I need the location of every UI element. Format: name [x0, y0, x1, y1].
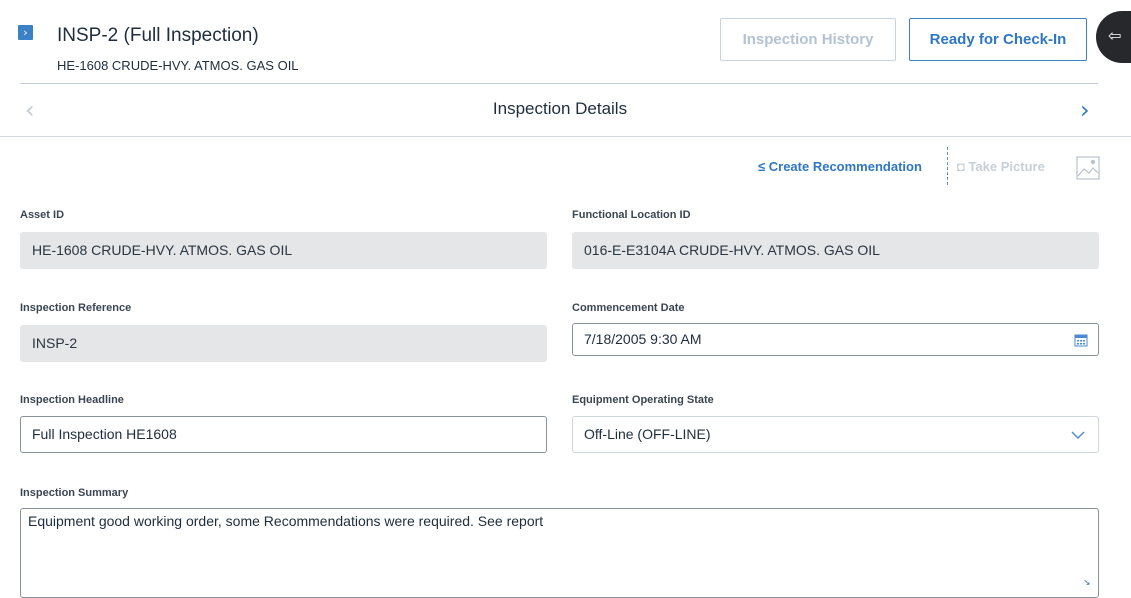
inspection-summary-label: Inspection Summary: [20, 487, 129, 499]
chevron-down-icon: [1071, 431, 1085, 439]
commencement-date-field[interactable]: 7/18/2005 9:30 AM: [572, 323, 1099, 356]
exit-icon: ⇦: [1108, 26, 1122, 45]
recommendation-icon: ≤: [758, 159, 769, 174]
panel-toggle-icon[interactable]: ›: [18, 25, 33, 40]
chevron-right-icon[interactable]: ›: [1080, 96, 1090, 124]
asset-id-label: Asset ID: [20, 209, 65, 221]
page-subtitle: HE-1608 CRUDE-HVY. ATMOS. GAS OIL: [57, 58, 299, 73]
side-panel-tab[interactable]: ⇦: [1096, 11, 1131, 63]
commencement-date-value: 7/18/2005 9:30 AM: [584, 331, 702, 347]
create-recommendation-button[interactable]: ≤ Create Recommendation: [758, 159, 922, 174]
ready-for-check-in-button[interactable]: Ready for Check-In: [909, 18, 1087, 61]
calendar-icon[interactable]: [1074, 333, 1088, 347]
equipment-operating-state-select[interactable]: Off-Line (OFF-LINE): [572, 416, 1099, 453]
page-title: INSP-2 (Full Inspection): [57, 25, 259, 46]
inspection-headline-label: Inspection Headline: [20, 394, 124, 406]
image-icon[interactable]: [1076, 156, 1100, 180]
section-divider: [0, 136, 1131, 137]
inspection-reference-field: INSP-2: [20, 325, 547, 362]
equipment-operating-state-label: Equipment Operating State: [572, 394, 714, 406]
equipment-operating-state-value: Off-Line (OFF-LINE): [584, 426, 711, 442]
inspection-headline-input[interactable]: Full Inspection HE1608: [20, 416, 547, 453]
create-recommendation-label: Create Recommendation: [768, 159, 922, 174]
take-picture-label: Take Picture: [968, 159, 1045, 174]
asset-id-field: HE-1608 CRUDE-HVY. ATMOS. GAS OIL: [20, 232, 547, 269]
functional-location-id-field: 016-E-E3104A CRUDE-HVY. ATMOS. GAS OIL: [572, 232, 1099, 269]
header-divider: [20, 83, 1098, 84]
toolbar-separator: [947, 147, 948, 185]
inspection-summary-textarea[interactable]: Equipment good working order, some Recom…: [20, 508, 1099, 598]
take-picture-button[interactable]: ◘ Take Picture: [957, 159, 1045, 174]
functional-location-id-label: Functional Location ID: [572, 209, 691, 221]
inspection-history-button[interactable]: Inspection History: [720, 18, 896, 61]
camera-icon: ◘: [957, 159, 969, 174]
commencement-date-label: Commencement Date: [572, 302, 685, 314]
inspection-reference-label: Inspection Reference: [20, 302, 132, 314]
section-title: Inspection Details: [492, 99, 628, 118]
resize-handle-icon[interactable]: ↘: [1083, 578, 1091, 588]
